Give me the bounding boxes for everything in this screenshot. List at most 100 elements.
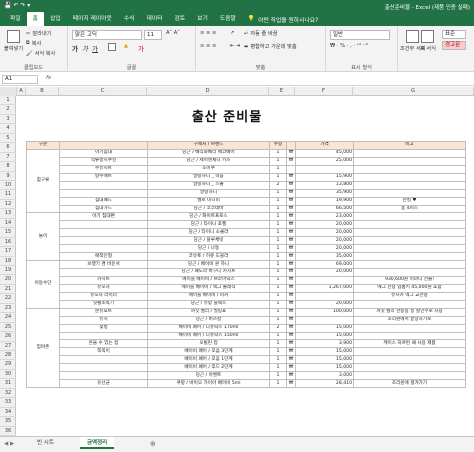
select-all-corner[interactable] — [0, 87, 17, 96]
cell-category[interactable]: 이동수단 — [26, 260, 60, 309]
row-header[interactable]: 30 — [0, 370, 16, 380]
row-header[interactable]: 10 — [0, 181, 16, 191]
cell-note[interactable]: 930,600원 이마니 선물! — [353, 275, 466, 285]
cell-item[interactable]: 카시트 — [59, 275, 148, 285]
cell-item[interactable] — [59, 180, 148, 190]
cell-currency[interactable]: ₩ — [286, 315, 296, 325]
font-size-select[interactable]: 11 — [144, 30, 162, 40]
cell-currency[interactable] — [286, 164, 296, 174]
sheet-tab-blank[interactable]: 빈 시트 — [30, 437, 61, 449]
cell-brand[interactable]: 당근 / 유망 블랙스 — [147, 299, 270, 309]
paste-button[interactable]: 붙여넣기 — [4, 30, 23, 52]
cell-price[interactable]: 13,800 — [295, 180, 354, 190]
font-color-button[interactable]: 가 — [138, 43, 144, 53]
cell-qty[interactable]: 1 — [269, 156, 287, 166]
cell-qty[interactable]: 1 — [269, 283, 287, 293]
cell-note[interactable] — [353, 260, 466, 269]
row-header[interactable]: 14 — [0, 219, 16, 229]
orientation-button[interactable]: ↗ — [230, 30, 234, 36]
cell-currency[interactable]: ₩ — [286, 355, 296, 365]
cell-price[interactable]: 15,000 — [295, 323, 354, 333]
cell-brand[interactable]: 말랑하니 _ 미듐 — [147, 172, 270, 182]
cell-item[interactable]: 힛펠소독기 — [59, 299, 148, 309]
cell-qty[interactable]: 1 — [269, 268, 287, 277]
cell-currency[interactable]: ₩ — [286, 323, 296, 333]
cell-currency[interactable]: ₩ — [286, 148, 296, 158]
cell-note[interactable] — [353, 331, 466, 341]
row-header[interactable]: 35 — [0, 417, 16, 427]
cell-qty[interactable]: 1 — [269, 315, 287, 325]
column-header[interactable]: A — [17, 87, 26, 96]
cell-note[interactable]: 조리원에 챙겨가기 — [353, 379, 466, 389]
cell-note[interactable] — [353, 371, 466, 381]
cell-currency[interactable]: ₩ — [286, 331, 296, 341]
cell-currency[interactable]: ₩ — [286, 156, 296, 166]
column-header[interactable]: B — [26, 87, 59, 96]
cell-item[interactable]: 보행기 겸 바운서 — [59, 260, 148, 269]
cell-price[interactable]: 19,900 — [295, 196, 354, 206]
cell-item[interactable] — [59, 228, 148, 238]
cell-item[interactable]: 유산균 — [59, 379, 148, 389]
format-as-table-button[interactable]: 표 서식 — [420, 30, 436, 52]
cell-brand[interactable]: 까칫 헬리 / 필링표 — [147, 307, 270, 317]
cell-price[interactable]: 20,000 — [295, 268, 354, 277]
cell-item[interactable]: 유시 — [59, 315, 148, 325]
cell-item[interactable] — [59, 220, 148, 230]
tab-help[interactable]: 도움말 — [214, 12, 242, 26]
column-header[interactable]: F — [295, 87, 353, 96]
cell-currency[interactable]: ₩ — [286, 204, 296, 214]
cell-price[interactable]: 15,000 — [295, 363, 354, 373]
cell-brand[interactable]: 코유토 / 히쥬 도블라 — [147, 252, 270, 262]
cell-qty[interactable]: 1 — [269, 172, 287, 182]
row-header[interactable]: 1 — [0, 96, 16, 106]
cell-qty[interactable]: 1 — [269, 204, 287, 214]
cell-currency[interactable]: ₩ — [286, 371, 296, 381]
cell-qty[interactable]: 1 — [269, 228, 287, 238]
indent-buttons[interactable]: ⇤ ⇥ — [230, 43, 240, 49]
cell-item[interactable] — [59, 363, 148, 373]
row-header[interactable]: 34 — [0, 408, 16, 418]
cell-note[interactable] — [353, 212, 466, 222]
tab-insert[interactable]: 삽입 — [44, 12, 67, 26]
cell-item[interactable] — [59, 268, 148, 277]
cell-note[interactable] — [353, 268, 466, 277]
cell-price[interactable] — [295, 291, 354, 301]
cell-note[interactable] — [353, 172, 466, 182]
cell-brand[interactable]: 당근 / 타이니 포헬 — [147, 220, 270, 230]
cell-qty[interactable]: 1 — [269, 291, 287, 301]
number-format-buttons[interactable]: ₩ · % · , · ⁺⁰ ⁻⁰ — [330, 43, 368, 49]
cell-brand[interactable]: 당근 / 타이니 소클라 — [147, 228, 270, 238]
cell-item[interactable]: 아기침대 — [59, 148, 148, 158]
cut-button[interactable]: ✂ 잘라내기 — [26, 30, 51, 38]
cell-note[interactable] — [353, 164, 466, 174]
cell-brand[interactable]: 베이비 페어 / 후드 2단계 — [147, 363, 270, 373]
row-header[interactable]: 23 — [0, 304, 16, 314]
cell-item[interactable]: 분유포트 — [59, 307, 148, 317]
cell-price[interactable]: 20,000 — [295, 228, 354, 238]
cell-currency[interactable]: ₩ — [286, 188, 296, 198]
style-normal[interactable]: 표준 — [442, 30, 466, 39]
cell-category[interactable]: 놀이 — [26, 212, 60, 262]
row-header[interactable]: 7 — [0, 153, 16, 163]
cell-currency[interactable]: ₩ — [286, 299, 296, 309]
cell-price[interactable]: 3,000 — [295, 371, 354, 381]
fx-icon[interactable]: fx — [46, 75, 51, 81]
tab-formulas[interactable]: 수식 — [118, 12, 141, 26]
cell-note[interactable] — [353, 180, 466, 190]
cell-qty[interactable]: 1 — [269, 339, 287, 349]
add-sheet-icon[interactable]: ⊕ — [150, 440, 156, 448]
cell-item[interactable]: 유모차 — [59, 283, 148, 293]
cell-note[interactable] — [353, 188, 466, 198]
cell-price[interactable]: 100,000 — [295, 307, 354, 317]
name-box[interactable]: A1 — [2, 75, 38, 84]
cell-item[interactable]: 유모차 라이너 — [59, 291, 148, 301]
cell-brand[interactable]: 조이쿠 — [147, 164, 270, 174]
cell-price[interactable]: 23,000 — [295, 212, 354, 222]
cell-note[interactable] — [353, 148, 466, 158]
format-painter-button[interactable]: 🖌 서식 복사 — [26, 50, 55, 58]
top-align-button[interactable]: ≡ ≡ ≡ — [200, 30, 216, 36]
row-header[interactable]: 32 — [0, 389, 16, 399]
tab-home[interactable]: 홈 — [26, 12, 45, 26]
cell-brand[interactable]: 당근 / 제이엔제니 키즈 — [147, 156, 270, 166]
row-header[interactable]: 36 — [0, 427, 16, 436]
